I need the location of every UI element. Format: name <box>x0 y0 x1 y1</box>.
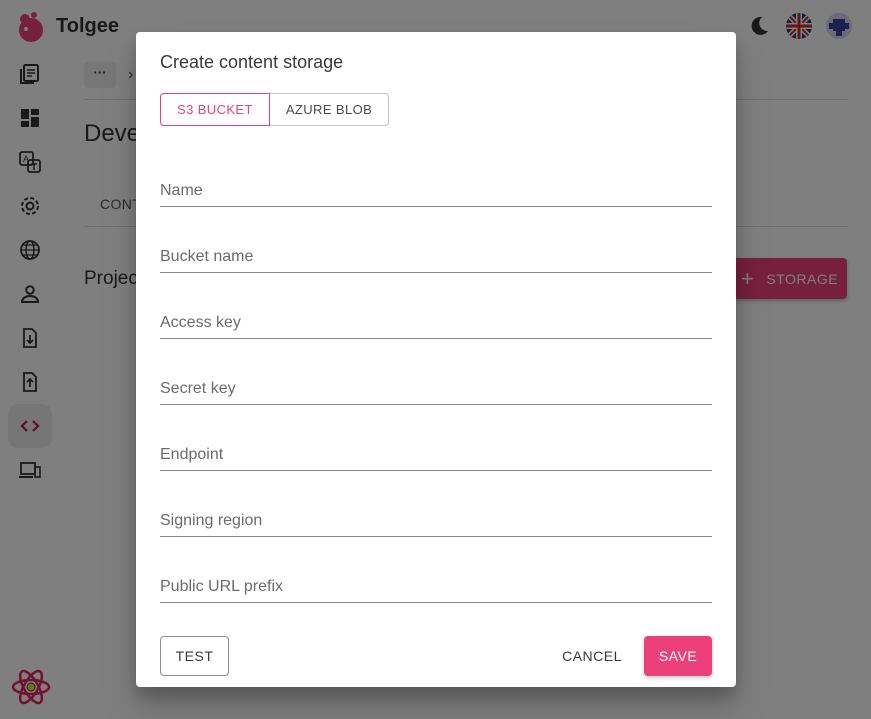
azure-blob-toggle[interactable]: AZURE BLOB <box>269 93 390 126</box>
storage-type-toggle: S3 BUCKET AZURE BLOB <box>160 93 390 126</box>
endpoint-input[interactable] <box>160 446 712 464</box>
secret-key-field <box>160 365 712 405</box>
public-url-prefix-input[interactable] <box>160 578 712 596</box>
secret-key-input[interactable] <box>160 380 712 398</box>
bucket-name-field <box>160 233 712 273</box>
dialog-title: Create content storage <box>160 52 344 72</box>
name-field <box>160 167 712 207</box>
public-url-prefix-field <box>160 563 712 603</box>
cancel-button[interactable]: CANCEL <box>556 636 628 676</box>
save-button[interactable]: SAVE <box>644 636 712 676</box>
create-storage-dialog: Create content storage S3 BUCKET AZURE B… <box>136 32 736 687</box>
bucket-name-input[interactable] <box>160 248 712 266</box>
name-input[interactable] <box>160 182 712 200</box>
s3-bucket-toggle[interactable]: S3 BUCKET <box>160 93 270 126</box>
endpoint-field <box>160 431 712 471</box>
access-key-field <box>160 299 712 339</box>
signing-region-input[interactable] <box>160 512 712 530</box>
signing-region-field <box>160 497 712 537</box>
test-button[interactable]: TEST <box>160 636 229 676</box>
access-key-input[interactable] <box>160 314 712 332</box>
